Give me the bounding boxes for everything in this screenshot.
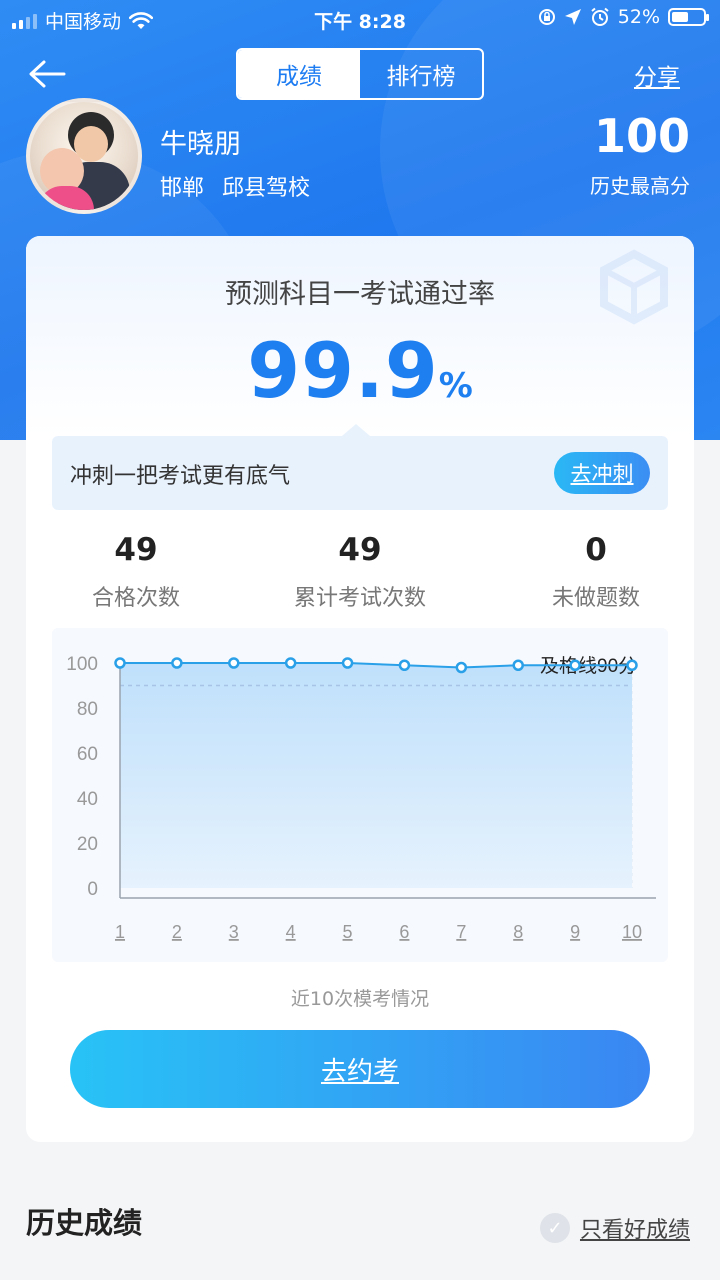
user-location: 邯郸 邱县驾校 xyxy=(160,170,310,202)
battery-icon xyxy=(668,8,709,26)
score-point xyxy=(341,657,354,669)
user-name: 牛晓朋 xyxy=(160,129,241,160)
x-tick-label: 1 xyxy=(115,922,125,942)
score-point xyxy=(398,659,411,671)
user-city: 邯郸 xyxy=(160,176,205,201)
stat-total-exams: 49 累计考试次数 xyxy=(250,532,470,612)
sprint-banner: 冲刺一把考试更有底气 去冲刺 xyxy=(52,424,668,510)
back-arrow-icon[interactable] xyxy=(26,56,68,92)
y-tick-label: 40 xyxy=(77,789,98,810)
score-point xyxy=(626,659,638,671)
x-tick-label: 8 xyxy=(513,922,523,942)
best-score-value: 100 xyxy=(593,109,690,163)
stats-row: 49 合格次数 49 累计考试次数 0 未做题数 xyxy=(26,532,694,622)
rotation-lock-icon xyxy=(538,9,555,25)
stat-value: 49 xyxy=(114,532,158,568)
x-tick-label: 7 xyxy=(456,922,466,942)
stat-label: 未做题数 xyxy=(551,586,640,611)
pass-rate: 99.9% xyxy=(26,326,694,415)
score-point xyxy=(228,657,240,669)
status-bar: 中国移动 下午 8:28 52% xyxy=(0,0,720,36)
x-tick-label: 10 xyxy=(622,922,642,942)
battery-percent: 52% xyxy=(617,6,660,28)
avatar[interactable] xyxy=(26,98,142,214)
x-tick-label: 9 xyxy=(570,922,580,942)
user-school: 邱县驾校 xyxy=(222,176,311,201)
stat-undone: 0 未做题数 xyxy=(486,532,694,612)
stat-value: 49 xyxy=(338,532,382,568)
stat-passed: 49 合格次数 xyxy=(26,532,246,612)
prediction-title: 预测科目一考试通过率 xyxy=(225,279,495,310)
checkmark-icon[interactable]: ✓ xyxy=(539,1213,570,1243)
book-exam-button[interactable]: 去约考 xyxy=(70,1030,650,1108)
best-score-label: 历史最高分 xyxy=(590,174,690,198)
score-area xyxy=(120,663,632,888)
prediction-card: 预测科目一考试通过率 99.9% 冲刺一把考试更有底气 去冲刺 49 合格次数 … xyxy=(26,236,694,1142)
score-chart-container: 及格线90分 0 20 40 60 80 100 1 2 3 4 5 6 7 8 9 10 xyxy=(52,628,668,962)
y-tick-label: 60 xyxy=(77,744,98,765)
best-score: 100 历史最高分 xyxy=(590,108,690,199)
score-point xyxy=(455,661,468,674)
share-button[interactable]: 分享 xyxy=(634,58,680,92)
stat-value: 0 xyxy=(585,532,607,568)
score-chart: 及格线90分0204060801001 2 3 4 5 6 7 8 9 10 xyxy=(66,654,656,942)
x-tick-label: 5 xyxy=(343,922,353,942)
y-tick-label: 0 xyxy=(87,879,98,900)
x-tick-label: 2 xyxy=(172,922,182,942)
x-tick-label: 6 xyxy=(399,922,409,942)
y-tick-label: 100 xyxy=(66,654,98,675)
location-icon xyxy=(564,9,581,25)
score-point xyxy=(569,659,581,671)
score-point xyxy=(114,657,126,669)
pass-rate-value: 99.9 xyxy=(247,326,439,415)
filter-label: 只看好成绩 xyxy=(579,1218,690,1243)
y-tick-label: 20 xyxy=(77,834,98,855)
tab-switcher: 成绩 排行榜 xyxy=(236,48,484,100)
score-point xyxy=(512,659,524,671)
tab-scores[interactable]: 成绩 xyxy=(238,50,360,98)
sprint-button[interactable]: 去冲刺 xyxy=(554,452,650,494)
y-tick-label: 80 xyxy=(77,699,98,720)
history-title: 历史成绩 xyxy=(26,1206,143,1240)
alarm-icon xyxy=(591,7,609,26)
chart-caption: 近10次模考情况 xyxy=(290,988,430,1010)
sprint-text: 冲刺一把考试更有底气 xyxy=(70,464,291,489)
pass-rate-unit: % xyxy=(438,366,473,406)
x-tick-label: 3 xyxy=(229,922,239,942)
stat-label: 累计考试次数 xyxy=(293,586,426,611)
stat-label: 合格次数 xyxy=(91,586,180,611)
score-point xyxy=(171,657,183,669)
tab-leaderboard[interactable]: 排行榜 xyxy=(360,50,482,98)
x-tick-label: 4 xyxy=(286,922,296,942)
score-point xyxy=(284,657,297,669)
good-scores-filter[interactable]: ✓ 只看好成绩 xyxy=(539,1212,690,1244)
